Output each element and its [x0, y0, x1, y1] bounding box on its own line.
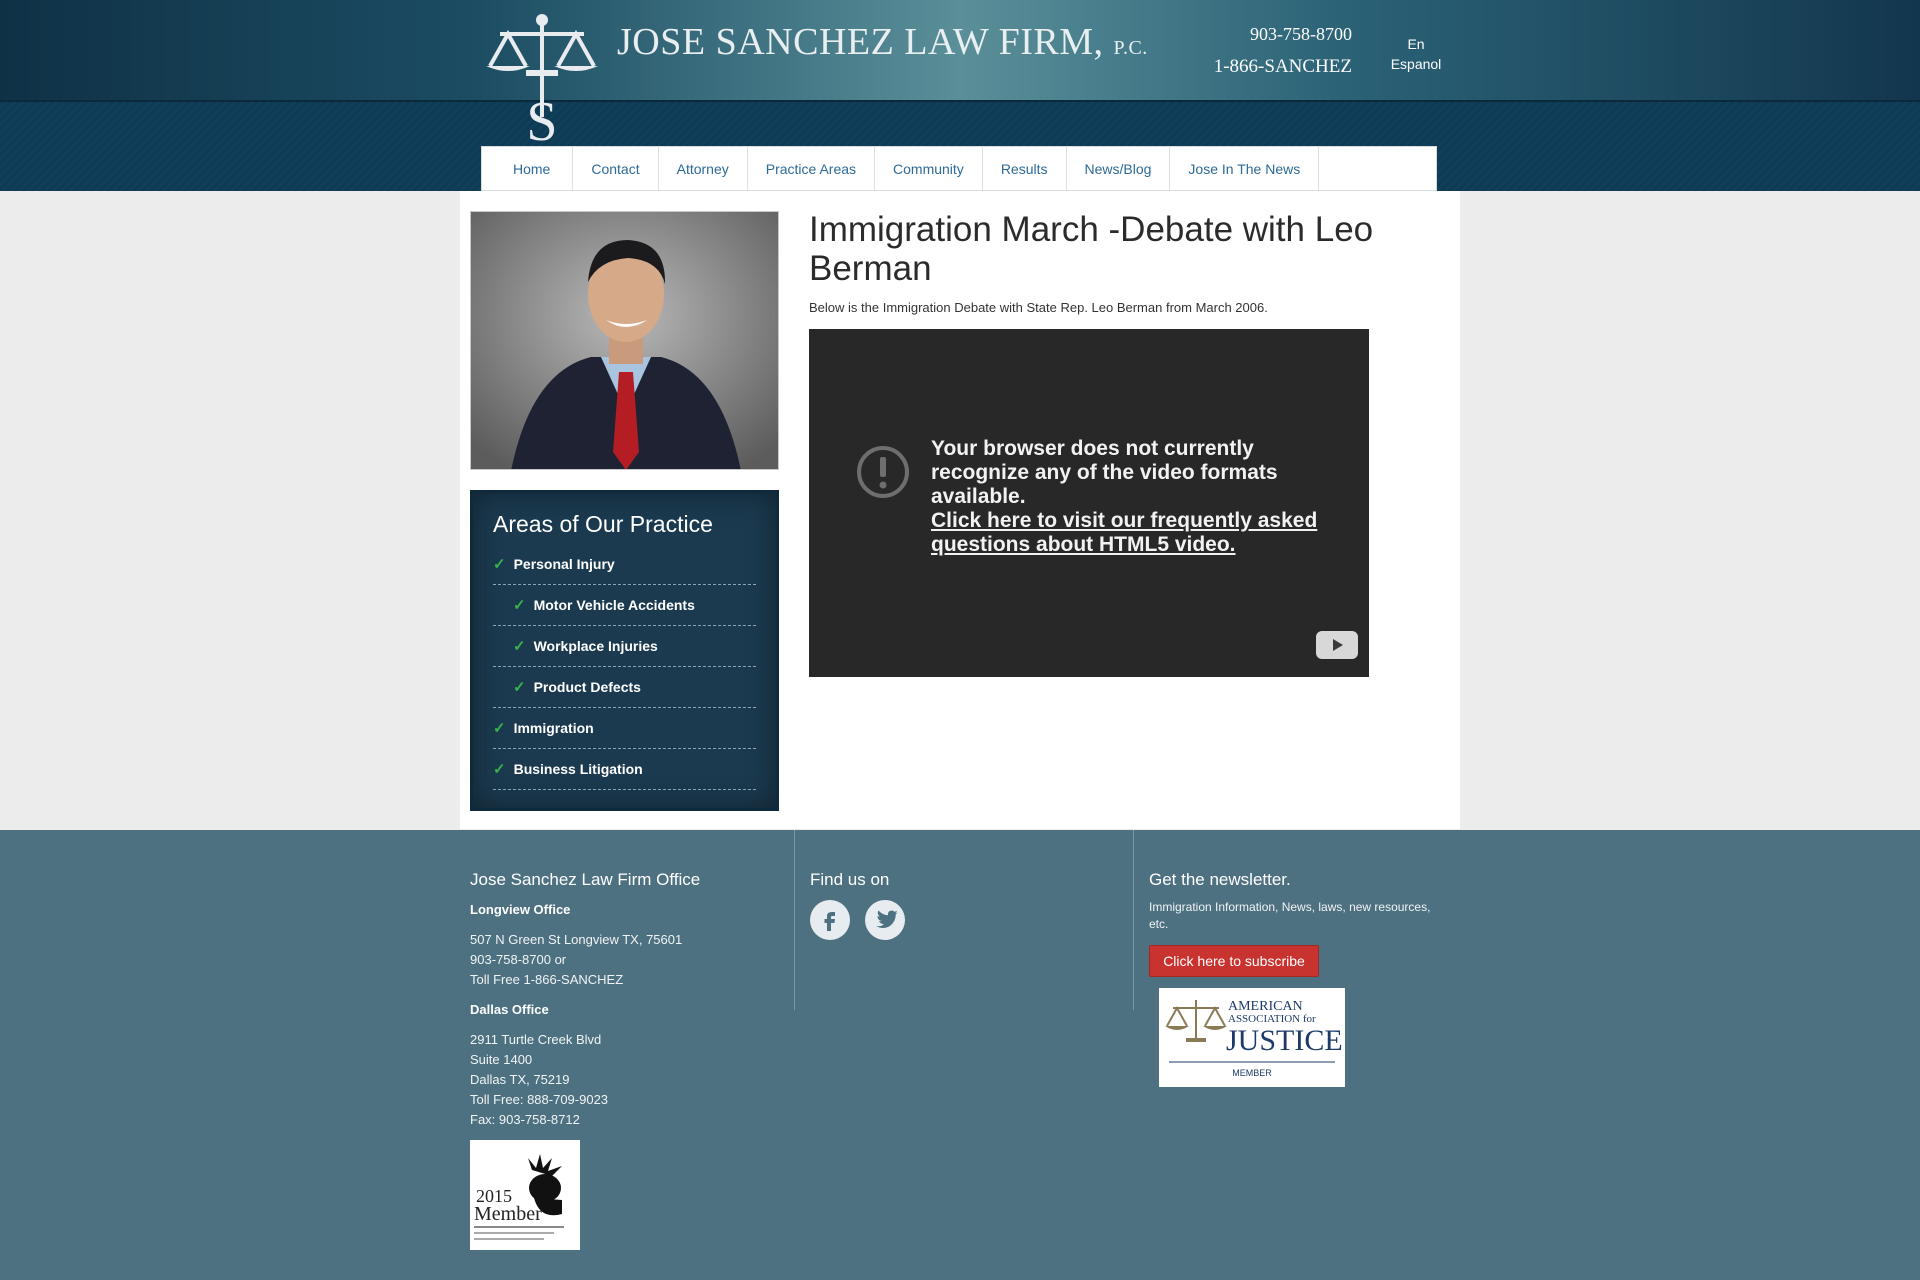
aaj-member-label: MEMBER [1232, 1068, 1272, 1078]
main-nav: Home Contact Attorney Practice Areas Com… [481, 146, 1437, 191]
warning-icon [857, 446, 909, 498]
checkmark-icon: ✓ [493, 761, 506, 778]
checkmark-icon: ✓ [513, 638, 526, 655]
nav-news-blog[interactable]: News/Blog [1067, 147, 1171, 190]
nav-attorney[interactable]: Attorney [659, 147, 748, 190]
nav-jose-in-the-news[interactable]: Jose In The News [1170, 147, 1320, 190]
firm-name-logo[interactable]: JOSE SANCHEZ LAW FIRM, P.C. [617, 20, 1148, 64]
language-spanish-link[interactable]: Espanol [1380, 56, 1452, 72]
language-english-link[interactable]: En [1380, 36, 1452, 52]
footer-divider [1133, 830, 1134, 1010]
newsletter-heading: Get the newsletter. [1149, 870, 1291, 889]
nav-results[interactable]: Results [983, 147, 1067, 190]
dallas-street: 2911 Turtle Creek Blvd [470, 1032, 602, 1047]
subscribe-button[interactable]: Click here to subscribe [1149, 945, 1319, 977]
practice-item-workplace-injuries[interactable]: ✓ Workplace Injuries [493, 626, 756, 667]
practice-areas-title: Areas of Our Practice [493, 511, 713, 537]
dallas-address-block: 2911 Turtle Creek Blvd Suite 1400 Dallas… [470, 1030, 608, 1130]
firm-name: JOSE SANCHEZ LAW FIRM [617, 21, 1094, 63]
dallas-fax: Fax: 903-758-8712 [470, 1112, 580, 1127]
twitter-icon[interactable] [865, 900, 905, 940]
longview-address: 507 N Green St Longview TX, 75601 [470, 932, 683, 947]
longview-address-block: 507 N Green St Longview TX, 75601 903-75… [470, 930, 682, 990]
checkmark-icon: ✓ [513, 679, 526, 696]
nav-community[interactable]: Community [875, 147, 983, 190]
video-error-text: Your browser does not currently recogniz… [931, 437, 1278, 508]
video-player[interactable]: Your browser does not currently recogniz… [809, 329, 1369, 677]
practice-item-personal-injury[interactable]: ✓ Personal Injury [493, 544, 756, 585]
footer-divider [794, 830, 795, 1010]
practice-item-label: Business Litigation [513, 761, 643, 777]
nav-home[interactable]: Home [482, 147, 574, 190]
practice-item-label: Motor Vehicle Accidents [533, 597, 695, 613]
practice-areas-panel: Areas of Our Practice ✓ Personal Injury … [470, 490, 779, 811]
video-error-message: Your browser does not currently recogniz… [931, 437, 1331, 557]
nav-contact[interactable]: Contact [573, 147, 659, 190]
dallas-tollfree[interactable]: Toll Free: 888-709-9023 [470, 1090, 608, 1110]
page-title: Immigration March -Debate with Leo Berma… [809, 210, 1374, 288]
header-phone-primary[interactable]: 903-758-8700 [1210, 24, 1352, 45]
newsletter-description: Immigration Information, News, laws, new… [1149, 900, 1431, 931]
practice-item-label: Workplace Injuries [533, 638, 658, 654]
firm-suffix: P.C. [1113, 37, 1148, 59]
dallas-suite: Suite 1400 [470, 1052, 533, 1067]
scales-logo-icon[interactable]: S [482, 12, 602, 142]
html5-video-faq-link[interactable]: Click here to visit our frequently asked… [931, 509, 1331, 557]
practice-item-label: Product Defects [533, 679, 641, 695]
practice-item-immigration[interactable]: ✓ Immigration [493, 708, 756, 749]
article-intro: Below is the Immigration Debate with Sta… [809, 300, 1268, 315]
attorney-portrait [470, 211, 779, 470]
nav-practice-areas[interactable]: Practice Areas [748, 147, 876, 190]
aaj-line3: JUSTICE [1226, 1024, 1343, 1057]
header-phone-tollfree[interactable]: 1-866-SANCHEZ [1200, 56, 1352, 78]
aaj-line1: AMERICAN [1228, 999, 1303, 1014]
site-footer [0, 830, 1920, 1280]
practice-item-label: Personal Injury [513, 556, 615, 572]
longview-office-label: Longview Office [470, 902, 571, 917]
longview-tollfree[interactable]: Toll Free 1-866-SANCHEZ [470, 970, 682, 990]
checkmark-icon: ✓ [493, 556, 506, 573]
member-2015-badge: 2015 Member [470, 1140, 580, 1250]
social-heading: Find us on [810, 870, 890, 889]
checkmark-icon: ✓ [513, 597, 526, 614]
practice-item-business-litigation[interactable]: ✓ Business Litigation [493, 749, 756, 790]
youtube-play-icon[interactable] [1316, 631, 1358, 659]
longview-phone[interactable]: 903-758-8700 or [470, 950, 682, 970]
dallas-office-label: Dallas Office [470, 1002, 549, 1017]
checkmark-icon: ✓ [493, 720, 506, 737]
dallas-city: Dallas TX, 75219 [470, 1072, 570, 1087]
member-word: Member [474, 1203, 542, 1225]
aaj-member-badge: AMERICAN ASSOCIATION for JUSTICE MEMBER [1159, 988, 1345, 1087]
facebook-icon[interactable] [810, 900, 850, 940]
practice-item-product-defects[interactable]: ✓ Product Defects [493, 667, 756, 708]
svg-text:S: S [526, 91, 557, 142]
footer-office-heading: Jose Sanchez Law Firm Office [470, 870, 701, 889]
practice-item-motor-vehicle[interactable]: ✓ Motor Vehicle Accidents [493, 585, 756, 626]
practice-item-label: Immigration [513, 720, 594, 736]
